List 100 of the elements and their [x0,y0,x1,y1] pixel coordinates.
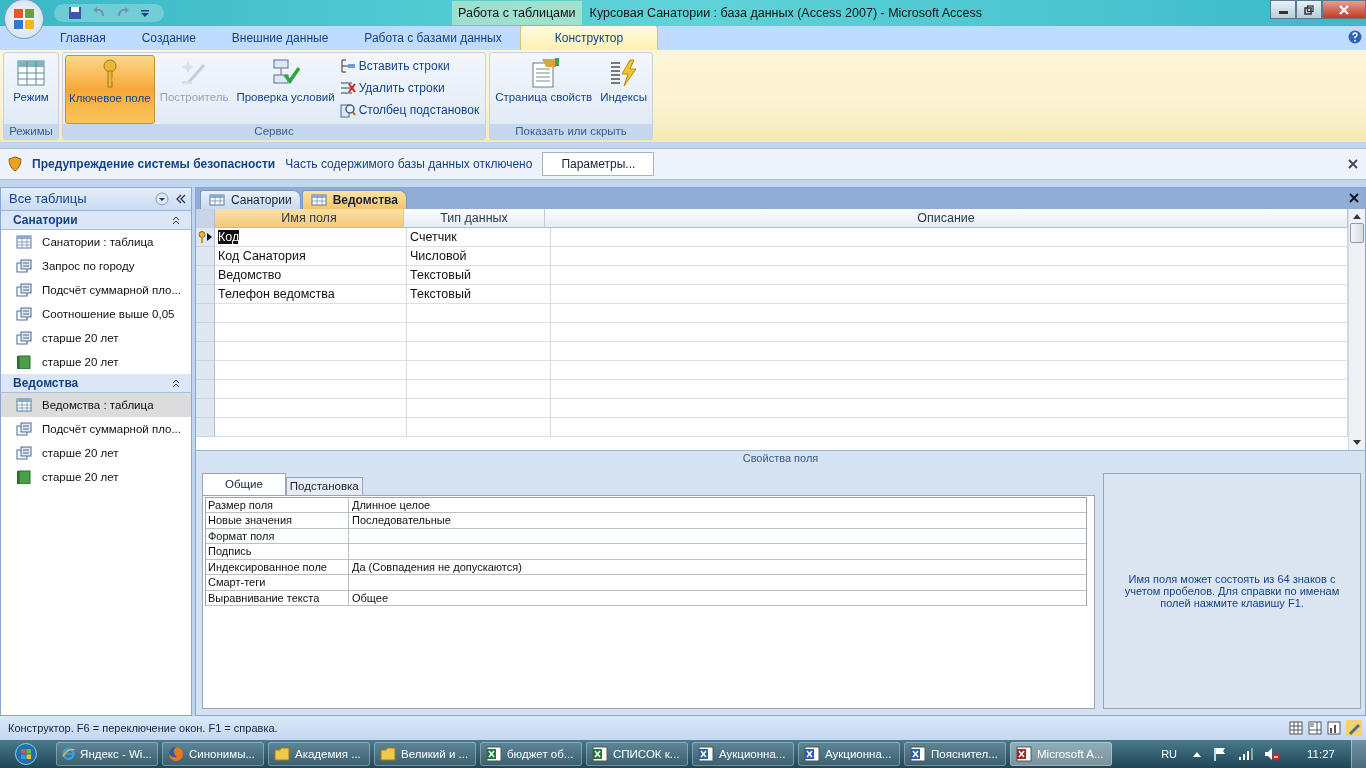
table-cell[interactable] [215,360,407,380]
table-cell[interactable] [215,303,407,323]
table-cell[interactable] [551,379,1348,399]
document-icon [910,746,926,762]
nav-item[interactable]: старше 20 лет [1,325,191,350]
nav-item[interactable]: старше 20 лет [1,440,191,465]
show-hidden-icons-icon[interactable] [1192,750,1203,758]
close-icon[interactable] [1348,158,1358,169]
muted-speaker-icon[interactable] [1264,746,1281,762]
taskbar-button[interactable]: бюджет об... [480,742,582,766]
table-cell[interactable] [551,246,1348,266]
scrollbar[interactable] [1348,208,1365,450]
taskbar-button[interactable]: Пояснител... [904,742,1006,766]
ribbon-button[interactable]: Проверка условий [233,55,338,124]
table-cell[interactable] [551,265,1348,285]
nav-item[interactable]: Ведомства : таблица [1,392,191,417]
nav-item[interactable]: старше 20 лет [1,349,191,374]
ribbon-button[interactable]: Удалить строки [339,79,484,97]
table-cell[interactable] [551,303,1348,323]
table-cell[interactable]: Текстовый [407,265,551,285]
ribbon-button[interactable]: Ключевое поле [65,55,155,124]
table-cell[interactable]: Числовой [407,246,551,266]
table-cell[interactable] [407,417,551,437]
ribbon-button[interactable]: Столбец подстановок [339,101,484,119]
options-button[interactable]: Параметры... [542,151,655,176]
taskbar-button[interactable]: Аукционна... [798,742,900,766]
taskbar-button[interactable]: Синонимы... [162,742,264,766]
scroll-down-icon[interactable] [1353,439,1361,446]
language-indicator[interactable]: RU [1161,748,1178,760]
close-button[interactable] [1322,0,1366,19]
help-icon[interactable] [1348,30,1362,44]
taskbar-button[interactable]: Великий и ... [374,742,476,766]
table-cell[interactable] [551,360,1348,380]
nav-item[interactable]: Подсчёт суммарной пло... [1,416,191,441]
taskbar-button[interactable]: СПИСОК к... [586,742,688,766]
taskbar-button[interactable]: Академия ... [268,742,370,766]
chart-view-icon[interactable] [1327,721,1341,736]
close-icon[interactable] [1349,192,1359,203]
table-cell[interactable] [407,379,551,399]
collapse-pane-icon[interactable] [175,192,187,205]
property-tab[interactable]: Подстановка [285,476,363,495]
dropdown-icon[interactable] [155,191,169,206]
design-view-icon[interactable] [1346,720,1362,737]
table-cell[interactable] [407,360,551,380]
table-cell[interactable] [215,322,407,342]
ribbon-tab[interactable]: Конструктор [519,25,659,50]
table-cell[interactable] [215,341,407,361]
table-cell[interactable] [551,417,1348,437]
customize-icon[interactable] [140,8,150,18]
ribbon-button[interactable]: Режим [6,55,56,124]
datasheet-view-icon[interactable] [1289,721,1303,736]
minimize-button[interactable] [1270,0,1296,19]
restore-button[interactable] [1296,0,1322,19]
table-cell[interactable]: Код [215,227,407,247]
ribbon-button[interactable]: Вставить строки [339,57,484,75]
nav-group-header[interactable]: Ведомства [1,373,191,393]
document-tab[interactable]: Ведомства [301,189,407,209]
table-cell[interactable]: Счетчик [407,227,551,247]
scroll-thumb[interactable] [1350,222,1364,243]
table-cell[interactable] [215,398,407,418]
clock[interactable]: 11:27 [1307,748,1335,760]
property-value[interactable]: Да (Совпадения не допускаются) [349,559,1086,575]
table-cell[interactable] [407,322,551,342]
ribbon-button[interactable]: Страница свойств [492,55,596,124]
signal-icon[interactable] [1238,746,1255,762]
nav-item[interactable]: старше 20 лет [1,464,191,489]
table-cell[interactable] [407,303,551,323]
property-value[interactable]: Длинное целое [349,497,1086,513]
save-icon[interactable] [68,6,82,20]
table-cell[interactable] [551,284,1348,304]
taskbar-button[interactable]: Яндекс - Wi... [56,742,158,766]
ribbon-tab[interactable]: Внешние данные [213,26,347,50]
table-cell[interactable] [215,379,407,399]
table-cell[interactable] [215,417,407,437]
table-cell[interactable] [551,341,1348,361]
show-desktop-button[interactable] [1351,740,1366,768]
table-cell[interactable] [551,227,1348,247]
table-cell[interactable] [407,398,551,418]
nav-item[interactable]: Соотношение выше 0,05 [1,301,191,326]
pivot-view-icon[interactable] [1308,721,1322,736]
property-tab[interactable]: Общие [202,472,286,495]
ribbon-tab[interactable]: Главная [42,26,124,50]
property-value[interactable]: Последовательные [349,513,1086,528]
document-tab[interactable]: Санатории [200,189,301,209]
taskbar-button[interactable]: Аукционна... [692,742,794,766]
ribbon-tab[interactable]: Создание [123,26,214,50]
table-cell[interactable] [551,398,1348,418]
ribbon-button[interactable]: Индексы [597,55,651,124]
table-cell[interactable]: Ведомство [215,265,407,285]
property-value[interactable]: Общее [349,590,1086,606]
nav-item[interactable]: Подсчёт суммарной пло... [1,277,191,302]
table-cell[interactable]: Телефон ведомства [215,284,407,304]
scroll-up-icon[interactable] [1353,212,1361,219]
table-cell[interactable]: Текстовый [407,284,551,304]
table-cell[interactable] [551,322,1348,342]
nav-item[interactable]: Санатории : таблица [1,229,191,254]
nav-item[interactable]: Запрос по городу [1,253,191,278]
table-cell[interactable]: Код Санатория [215,246,407,266]
table-cell[interactable] [407,341,551,361]
ribbon-tab[interactable]: Работа с базами данных [346,26,520,50]
